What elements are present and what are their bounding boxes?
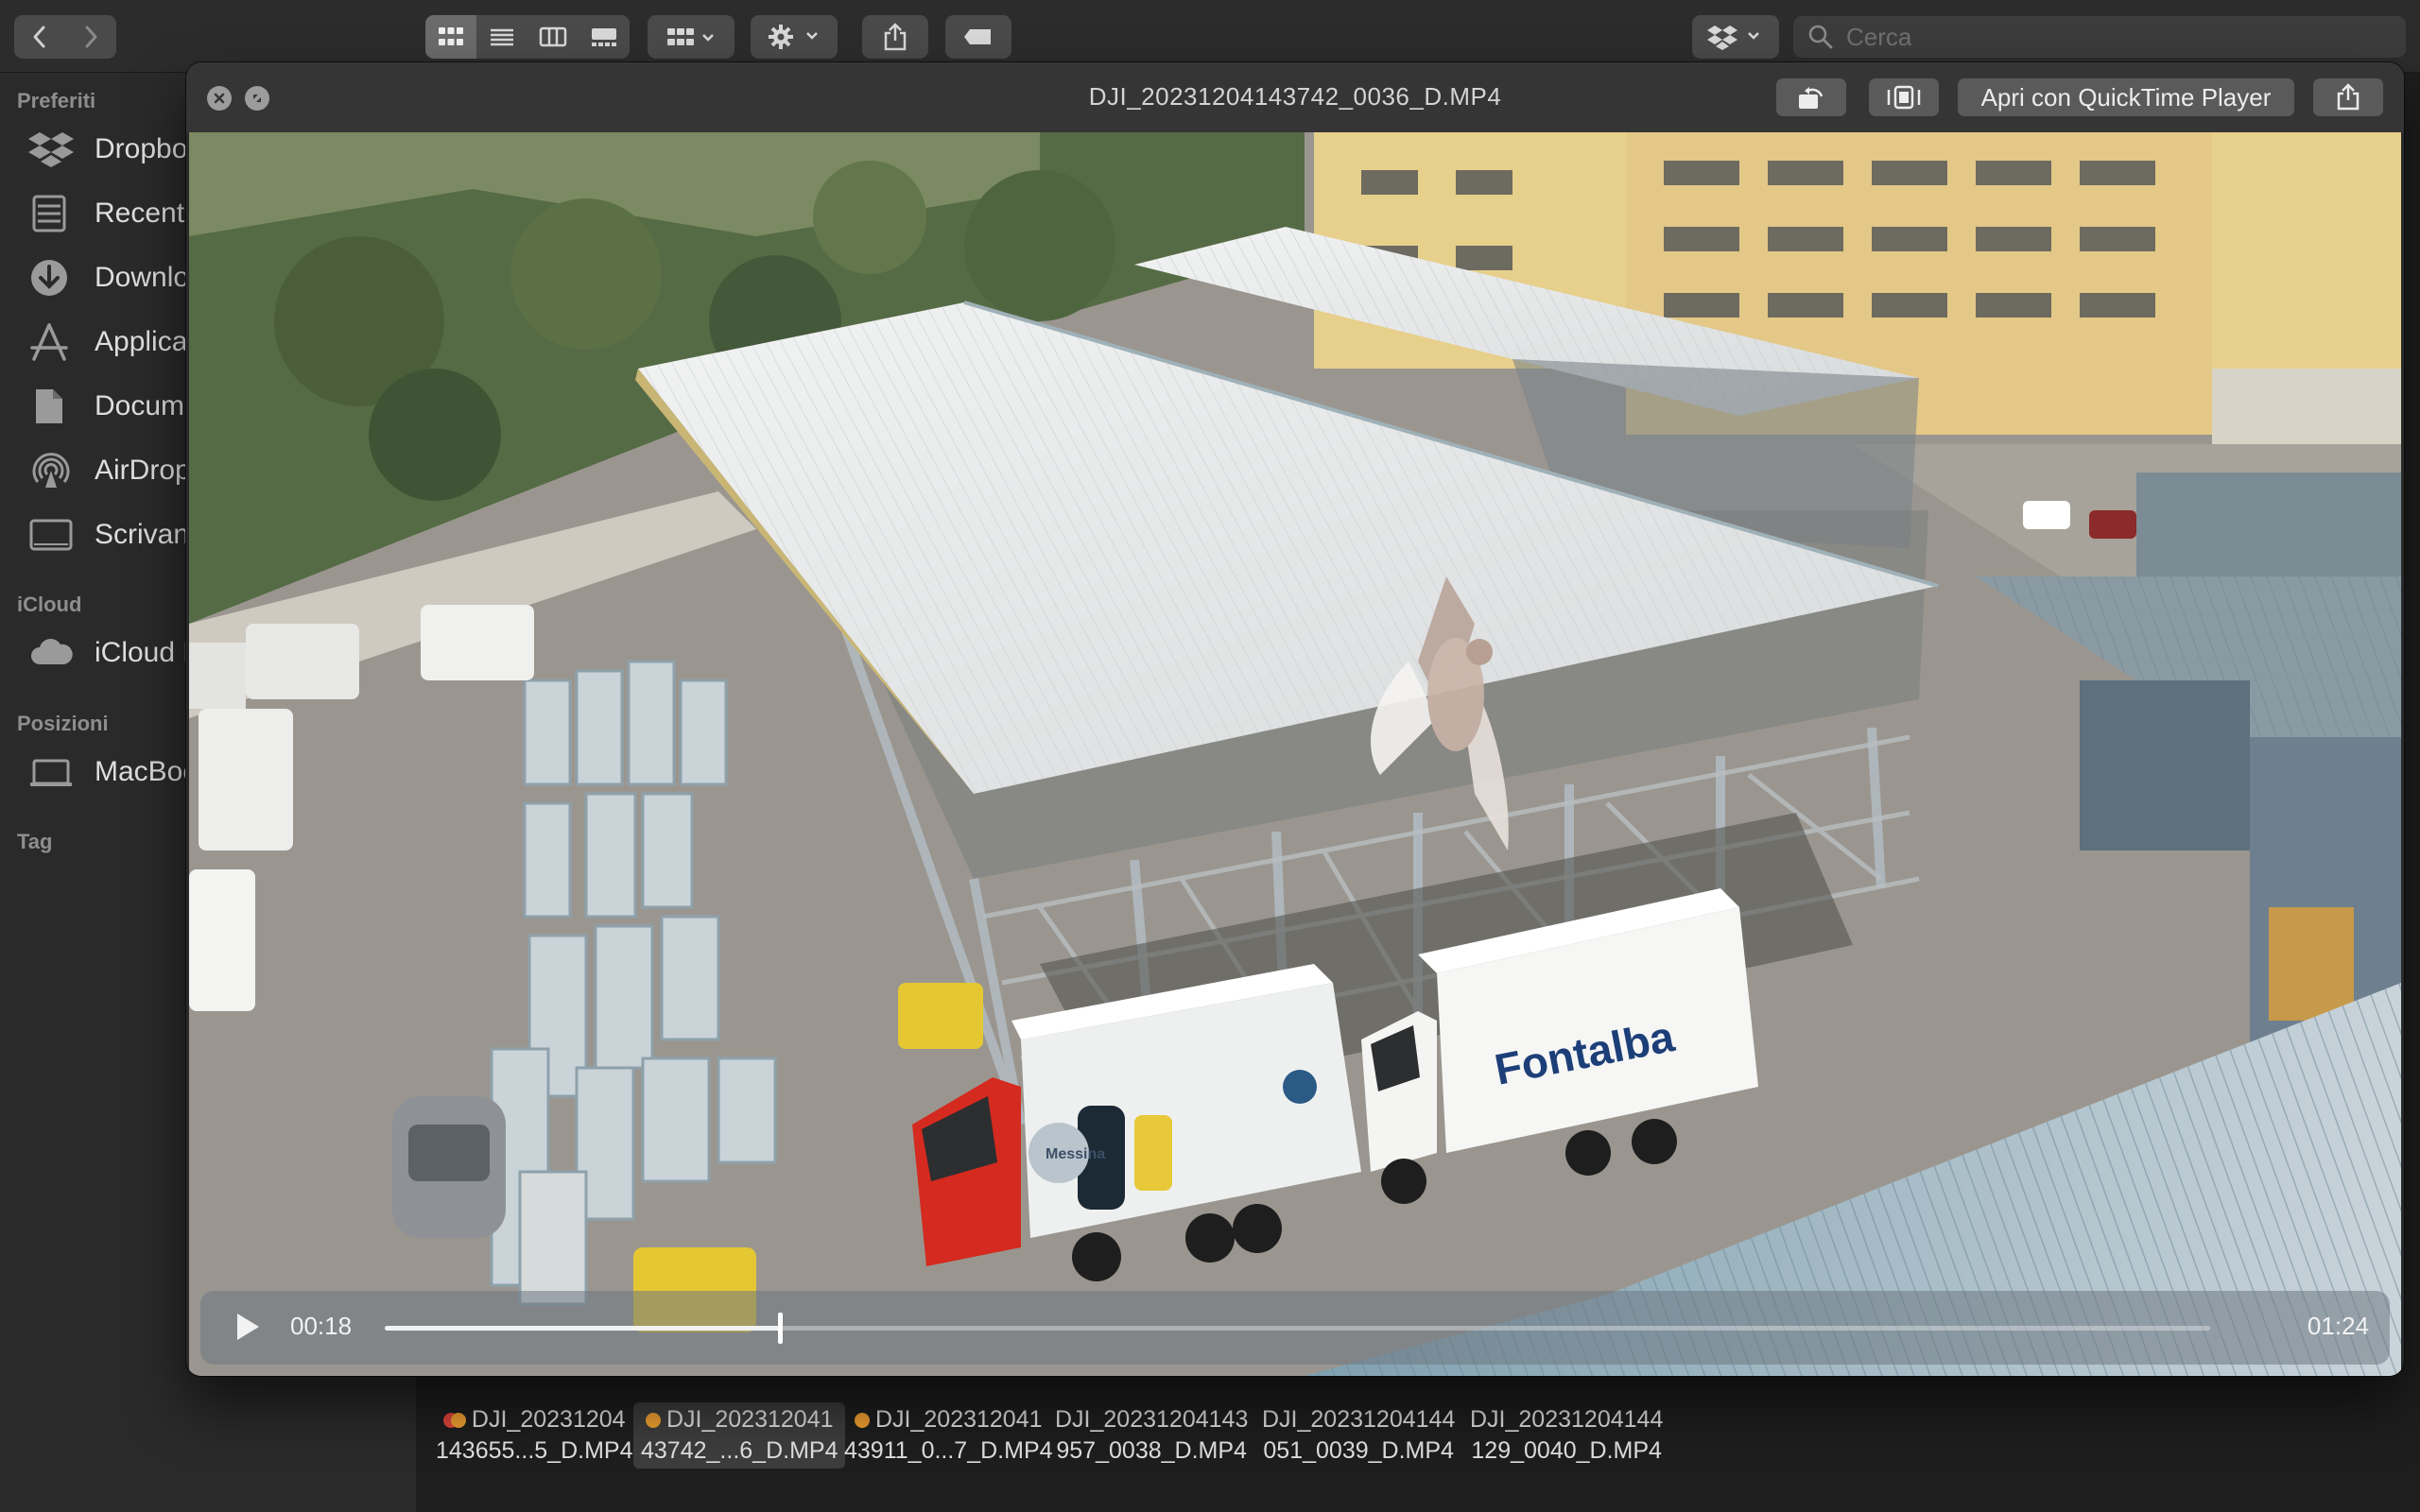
sidebar-item-macbook[interactable]: MacBook bbox=[28, 746, 213, 799]
file-name-line1: DJI_202312041 bbox=[874, 1406, 1043, 1433]
sidebar-item-desktop[interactable]: Scrivania bbox=[28, 508, 211, 561]
sidebar-item-airdrop[interactable]: AirDrop bbox=[28, 444, 191, 497]
file-name-line1: DJI_20231204143 bbox=[1055, 1406, 1249, 1433]
file-name-line1: DJI_20231204144 bbox=[1470, 1406, 1664, 1433]
orange-tag-dot bbox=[645, 1413, 661, 1428]
sidebar-item-label: AirDrop bbox=[95, 455, 191, 486]
gallery-icon bbox=[592, 28, 616, 46]
share-icon bbox=[884, 23, 907, 51]
sidebar-item-label: Recenti bbox=[95, 198, 191, 229]
orange-tag-dot bbox=[854, 1413, 870, 1428]
orange-tag-dot bbox=[450, 1413, 466, 1428]
recents-icon bbox=[32, 195, 66, 232]
rotate-button[interactable] bbox=[1776, 78, 1846, 116]
quicklook-window: DJI_20231204143742_0036_D.MP4 Apri con Q… bbox=[186, 62, 2404, 1376]
grid-icon bbox=[439, 27, 463, 45]
laptop-icon bbox=[30, 759, 72, 786]
search-icon bbox=[1808, 25, 1833, 49]
open-with-quicktime-button[interactable]: Apri con QuickTime Player bbox=[1958, 78, 2294, 116]
progress-fill bbox=[385, 1326, 781, 1331]
file-list: DJI_20231204 143655...5_D.MP4 DJI_202312… bbox=[417, 1380, 2420, 1512]
file-name-line1: DJI_202312041 bbox=[666, 1406, 834, 1433]
rotate-icon bbox=[1799, 87, 1824, 109]
quicklook-share-button[interactable] bbox=[2313, 78, 2383, 116]
trim-button[interactable] bbox=[1869, 78, 1939, 116]
video-frame[interactable]: Messina Fontalba 00:18 01:24 bbox=[189, 132, 2401, 1376]
chevron-left-icon bbox=[33, 26, 45, 48]
video-controls: 00:18 01:24 bbox=[200, 1291, 2390, 1365]
tag-icon bbox=[964, 29, 991, 44]
gear-icon bbox=[769, 25, 818, 49]
back-button[interactable] bbox=[14, 15, 65, 59]
dropbox-icon bbox=[1707, 26, 1759, 50]
video-scene: Messina Fontalba bbox=[189, 132, 2401, 1376]
file-name-line1: DJI_20231204 bbox=[471, 1406, 626, 1433]
trim-icon bbox=[1887, 85, 1921, 110]
columns-icon bbox=[539, 26, 567, 47]
view-mode-segment bbox=[425, 15, 630, 59]
play-button[interactable] bbox=[229, 1308, 267, 1346]
playhead-handle[interactable] bbox=[778, 1313, 784, 1344]
truck-label-messina: Messina bbox=[1046, 1146, 1105, 1162]
file-item[interactable]: DJI_20231204143 957_0038_D.MP4 bbox=[1047, 1402, 1255, 1469]
quicklook-titlebar: DJI_20231204143742_0036_D.MP4 Apri con Q… bbox=[186, 62, 2404, 132]
column-view-button[interactable] bbox=[527, 15, 579, 59]
forward-button[interactable] bbox=[65, 15, 116, 59]
sidebar-item-recents[interactable]: Recenti bbox=[28, 187, 191, 240]
action-menu-button[interactable] bbox=[751, 15, 838, 59]
file-name-line2: 143655...5_D.MP4 bbox=[436, 1437, 633, 1464]
duration: 01:24 bbox=[2307, 1312, 2369, 1340]
file-name-line2: 051_0039_D.MP4 bbox=[1263, 1437, 1454, 1464]
gallery-view-button[interactable] bbox=[579, 15, 630, 59]
search-input[interactable] bbox=[1844, 21, 2377, 53]
file-name-line2: 129_0040_D.MP4 bbox=[1471, 1437, 1662, 1464]
file-item-selected[interactable]: DJI_202312041 43742_...6_D.MP4 bbox=[633, 1402, 846, 1469]
share-icon bbox=[2337, 83, 2360, 111]
cloud-icon bbox=[31, 639, 73, 664]
current-time: 00:18 bbox=[290, 1312, 353, 1340]
list-icon bbox=[491, 28, 513, 46]
play-icon bbox=[237, 1314, 259, 1340]
file-item[interactable]: DJI_20231204144 129_0040_D.MP4 bbox=[1462, 1402, 1670, 1469]
icon-view-button[interactable] bbox=[425, 15, 476, 59]
share-button[interactable] bbox=[862, 15, 928, 59]
file-name-line2: 43911_0...7_D.MP4 bbox=[844, 1437, 1053, 1464]
dropbox-menu-button[interactable] bbox=[1692, 15, 1779, 59]
tag-button[interactable] bbox=[945, 15, 1011, 59]
sidebar-section-favorites: Preferiti bbox=[17, 89, 96, 112]
dropbox-icon bbox=[28, 132, 74, 167]
document-icon bbox=[36, 389, 62, 423]
file-name-line1: DJI_20231204144 bbox=[1262, 1406, 1456, 1433]
file-name-line2: 957_0038_D.MP4 bbox=[1056, 1437, 1247, 1464]
file-name-line2: 43742_...6_D.MP4 bbox=[641, 1437, 838, 1464]
chevron-right-icon bbox=[85, 26, 97, 48]
sidebar-section-tags: Tag bbox=[17, 830, 53, 853]
navigation-buttons bbox=[14, 15, 116, 59]
sidebar-section-locations: Posizioni bbox=[17, 712, 109, 735]
file-item[interactable]: DJI_202312041 43911_0...7_D.MP4 bbox=[837, 1402, 1061, 1469]
download-icon bbox=[31, 260, 67, 296]
sidebar-item-dropbox[interactable]: Dropbox bbox=[28, 123, 201, 176]
desktop-icon bbox=[29, 519, 73, 551]
list-view-button[interactable] bbox=[476, 15, 527, 59]
search-field[interactable] bbox=[1793, 16, 2406, 58]
sidebar-section-icloud: iCloud bbox=[17, 593, 82, 616]
applications-icon bbox=[30, 323, 68, 361]
group-grid-icon bbox=[667, 28, 714, 45]
file-item[interactable]: DJI_20231204 143655...5_D.MP4 bbox=[428, 1402, 640, 1469]
group-by-button[interactable] bbox=[648, 15, 735, 59]
file-item[interactable]: DJI_20231204144 051_0039_D.MP4 bbox=[1254, 1402, 1462, 1469]
progress-track[interactable] bbox=[385, 1313, 2210, 1344]
airdrop-icon bbox=[32, 453, 70, 488]
